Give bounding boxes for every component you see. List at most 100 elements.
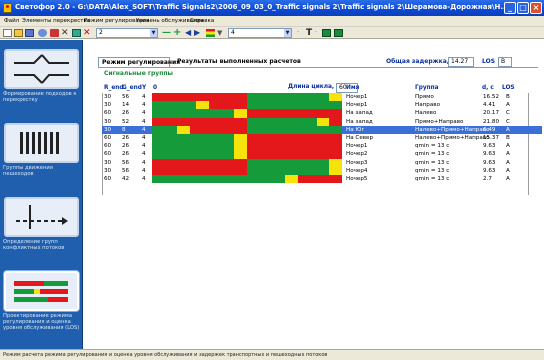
cell-group: Направо xyxy=(415,102,440,109)
group-combo-value: 4 xyxy=(231,29,235,36)
cell-r-end: 30 xyxy=(104,159,112,166)
table-row[interactable]: 30 56 4 Нoчер4 qmin = 13 c 9.63 A xyxy=(102,166,542,175)
menu-intersection-elements[interactable]: Элементы перекрестка xyxy=(22,18,90,24)
table-row[interactable]: 60 26 4 Нoчер2 qmin = 13 c 9.63 A xyxy=(102,150,542,159)
text-icon[interactable]: T xyxy=(306,29,315,38)
los-field[interactable]: B xyxy=(498,57,512,67)
table-row[interactable]: 30 8 4 На Юг Налево+Прямо+Направо 6.49 A xyxy=(102,125,542,134)
cell-d: 9.63 xyxy=(483,159,496,166)
signal-timing-bar[interactable] xyxy=(152,125,342,134)
cycle-length-label: Длина цикла, с xyxy=(288,84,340,90)
signal-timing-bar[interactable] xyxy=(152,158,342,167)
sidebar-item-label: Определение групп конфликтных потоков xyxy=(3,239,65,251)
signal-timing-bar[interactable] xyxy=(152,166,342,175)
table-row[interactable]: 30 56 4 Нoчер3 qmin = 13 c 9.63 A xyxy=(102,158,542,167)
signal-timing-bar[interactable] xyxy=(152,109,342,118)
signal-phase-green xyxy=(247,158,330,167)
tools-icon[interactable]: ✕ xyxy=(61,29,70,38)
cell-name: На Север xyxy=(346,135,374,141)
cell-g-end: 26 xyxy=(122,135,130,141)
signal-phase-green xyxy=(247,166,330,175)
remove-icon[interactable]: ✕ xyxy=(83,29,92,38)
move-right-icon[interactable]: ▶ xyxy=(194,29,203,37)
signal-timing-icon xyxy=(4,271,79,311)
signal-phase-green xyxy=(247,101,342,110)
signal-timing-bar[interactable] xyxy=(152,134,342,143)
tab-control-mode[interactable]: Режим регулирования xyxy=(98,57,180,67)
cell-r-end: 60 xyxy=(104,110,112,117)
cell-name: На запад xyxy=(346,110,373,117)
cell-name: Нoчер1 xyxy=(346,94,368,100)
cell-g-end: 42 xyxy=(122,176,130,182)
cell-d: 9.63 xyxy=(483,167,496,174)
open-folder-icon[interactable] xyxy=(14,29,23,37)
new-file-icon[interactable] xyxy=(3,29,12,37)
print-icon[interactable] xyxy=(38,29,47,37)
total-delay-label: Общая задержка, с xyxy=(386,58,455,65)
save-icon[interactable] xyxy=(25,29,34,37)
signal-icon[interactable] xyxy=(206,29,215,37)
chevron-down-icon[interactable]: ▼ xyxy=(150,29,157,37)
cell-group: qmin = 13 c xyxy=(415,176,450,182)
signal-phase-red xyxy=(247,134,342,143)
table-row[interactable]: 60 26 4 Нoчер1 qmin = 13 c 9.63 A xyxy=(102,142,542,151)
signal-timing-bar[interactable] xyxy=(152,117,342,126)
maximize-button[interactable]: □ xyxy=(517,2,529,14)
group-combo[interactable]: 4 ▼ xyxy=(228,28,292,38)
signal-phase-green xyxy=(152,142,235,151)
table-row[interactable]: 60 26 4 На Север Налево+Прямо+Направо 15.37 B xyxy=(102,134,542,143)
tab-results[interactable]: Результаты выполненных расчетов xyxy=(174,57,301,67)
minus-icon[interactable]: — xyxy=(162,29,171,38)
cell-y: 4 xyxy=(142,151,146,158)
table-row[interactable]: 30 56 4 Нoчер1 Прямо 16.52 B xyxy=(102,93,542,102)
minimize-button[interactable]: _ xyxy=(504,2,516,14)
signal-phase-green xyxy=(152,101,197,110)
grid-icon[interactable] xyxy=(72,29,81,37)
table-row[interactable]: 60 26 4 На запад Налево 20.17 C xyxy=(102,109,542,118)
sidebar: Формирование подходов к перекрестку Груп… xyxy=(0,40,83,349)
col-header-d: d, c xyxy=(482,85,494,91)
dropdown-icon[interactable]: ▼ xyxy=(217,29,226,37)
plus-icon[interactable]: + xyxy=(173,28,182,38)
main-panel: Режим регулирования Результаты выполненн… xyxy=(90,48,542,348)
signal-phase-red xyxy=(209,101,247,110)
signal-phase-green xyxy=(152,125,178,134)
close-button[interactable]: × xyxy=(530,2,542,14)
sidebar-item-approaches[interactable]: Формирование подходов к перекрестку xyxy=(0,46,83,116)
signal-phase-yellow xyxy=(177,125,190,134)
total-delay-field[interactable]: 14.27 xyxy=(448,57,474,67)
cell-r-end: 30 xyxy=(104,126,112,133)
sidebar-item-pedestrian-groups[interactable]: Группы движения пешеходов xyxy=(0,120,83,190)
sidebar-item-signal-design[interactable]: Проектирование режима регулирования и оц… xyxy=(0,268,83,338)
table-row[interactable]: 60 42 4 Нoчер5 qmin = 13 c 2.7 A xyxy=(102,175,542,184)
signal-phase-red xyxy=(329,117,342,126)
cell-los: B xyxy=(506,135,510,141)
export-icon[interactable] xyxy=(334,29,343,37)
conflict-flow-icon xyxy=(4,197,79,237)
sidebar-item-label: Группы движения пешеходов xyxy=(3,165,53,177)
menu-help[interactable]: Справка xyxy=(190,18,214,24)
signal-phase-red xyxy=(152,93,247,102)
cell-g-end: 8 xyxy=(122,126,126,133)
signal-timing-bar[interactable] xyxy=(152,150,342,159)
chevron-down-icon[interactable]: ▼ xyxy=(284,29,291,37)
window-title: Светофор 2.0 - G:\DATA\Alex_SOFT\Traffic… xyxy=(15,3,505,11)
delete-icon[interactable] xyxy=(50,29,59,37)
table-icon[interactable] xyxy=(322,29,331,37)
signal-timing-bar[interactable] xyxy=(152,101,342,110)
cell-y: 4 xyxy=(142,159,146,166)
table-row[interactable]: 30 52 4 На запад Прямо+Направо 21.80 C xyxy=(102,117,542,126)
cell-d: 21.80 xyxy=(483,118,500,125)
menu-file[interactable]: Файл xyxy=(4,18,19,24)
signal-timing-bar[interactable] xyxy=(152,142,342,151)
sidebar-item-label: Формирование подходов к перекрестку xyxy=(3,91,77,103)
signal-phase-red xyxy=(152,166,247,175)
move-left-icon[interactable]: ◀ xyxy=(185,29,194,37)
table-row[interactable]: 30 14 4 Нoчер1 Направо 4.41 A xyxy=(102,101,542,110)
phase-combo[interactable]: 2 ▼ xyxy=(96,28,158,38)
cell-name: Нoчер4 xyxy=(346,167,368,174)
sidebar-item-conflict-groups[interactable]: Определение групп конфликтных потоков xyxy=(0,194,83,264)
signal-timing-bar[interactable] xyxy=(152,93,342,102)
signal-timing-bar[interactable] xyxy=(152,175,342,184)
cell-los: A xyxy=(506,151,510,158)
